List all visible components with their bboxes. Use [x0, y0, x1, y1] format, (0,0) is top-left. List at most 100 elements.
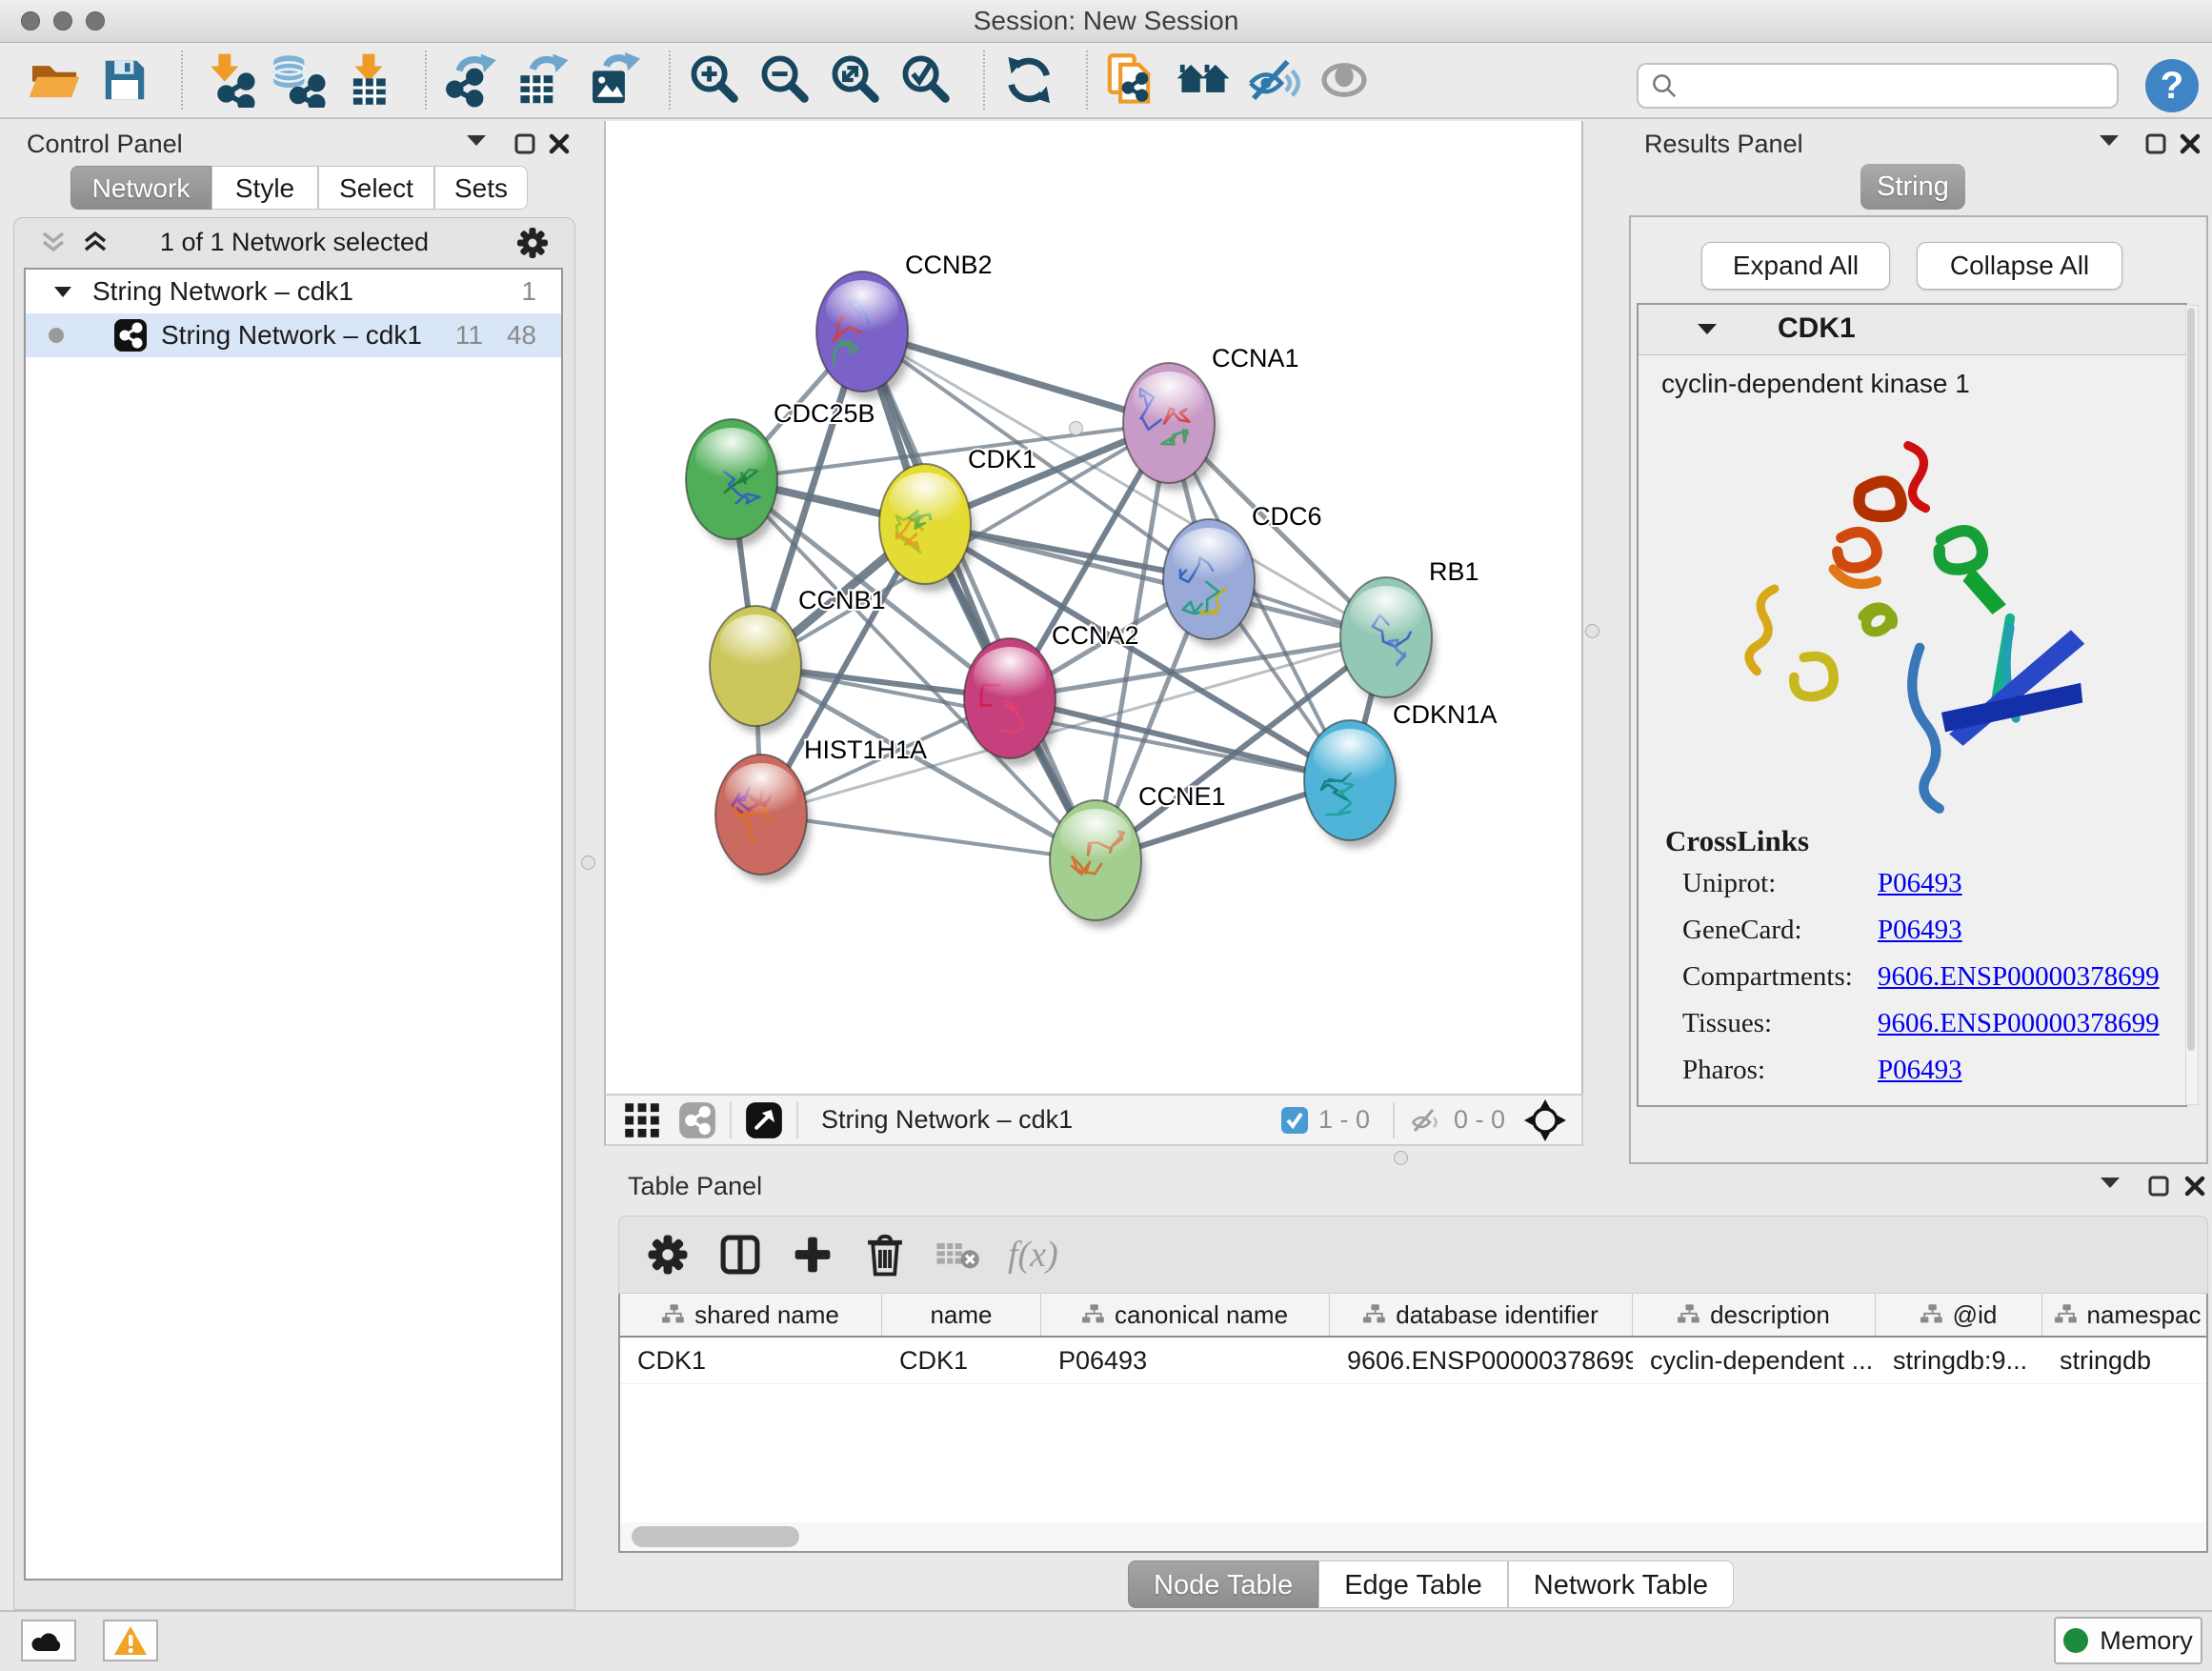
network-graph[interactable]: CCNB2CCNA1CDC25BCDK1CDC6RB1CCNB1CCNA2CDK…: [606, 121, 1581, 1090]
minimize-window-icon[interactable]: [53, 11, 72, 30]
table-scrollbar-thumb[interactable]: [632, 1526, 799, 1547]
network-node-CDK1[interactable]: [879, 464, 975, 592]
maximize-window-icon[interactable]: [86, 11, 105, 30]
grid-view-icon[interactable]: [623, 1101, 661, 1139]
network-node-HIST1H1A[interactable]: [715, 755, 811, 882]
column-header--id[interactable]: @id: [1876, 1294, 2042, 1336]
table-horizontal-scrollbar[interactable]: [620, 1522, 2206, 1551]
refresh-view-button[interactable]: [1000, 50, 1059, 111]
column-header-canonical-name[interactable]: canonical name: [1041, 1294, 1330, 1336]
help-button[interactable]: ?: [2145, 59, 2199, 112]
selected-checkbox-icon[interactable]: [1280, 1106, 1309, 1135]
delete-table-button[interactable]: [930, 1226, 985, 1283]
network-view-mode-icon[interactable]: [678, 1101, 716, 1139]
open-session-button[interactable]: [25, 50, 84, 111]
network-node-CCNB2[interactable]: [816, 272, 912, 399]
expand-all-button[interactable]: Expand All: [1701, 242, 1890, 290]
table-cell[interactable]: 9606.ENSP00000378699: [1330, 1338, 1633, 1383]
delete-column-button[interactable]: [857, 1226, 913, 1283]
network-node-CCNE1[interactable]: [1050, 800, 1145, 928]
network-node-RB1[interactable]: [1340, 577, 1436, 705]
tab-select[interactable]: Select: [318, 166, 434, 210]
table-settings-button[interactable]: [640, 1226, 695, 1283]
left-splitter-grip[interactable]: [581, 856, 595, 870]
network-edge[interactable]: [761, 815, 1096, 860]
export-table-button[interactable]: [513, 50, 572, 111]
birds-eye-view-icon[interactable]: [745, 1101, 783, 1139]
crosslink-link[interactable]: 9606.ENSP00000378699: [1878, 1008, 2160, 1039]
results-scrollbar[interactable]: [2185, 305, 2199, 1105]
panel-menu-icon[interactable]: [2100, 133, 2119, 147]
collection-expand-icon[interactable]: [54, 286, 71, 298]
network-row[interactable]: String Network – cdk1 11 48: [26, 313, 561, 357]
crosslink-link[interactable]: P06493: [1878, 868, 1962, 899]
tab-network[interactable]: Network: [70, 166, 211, 210]
import-network-from-database-button[interactable]: [269, 50, 328, 111]
results-splitter-grip[interactable]: [1585, 624, 1599, 638]
zoom-in-button[interactable]: [686, 50, 745, 111]
function-builder-button[interactable]: f(x): [1008, 1234, 1058, 1276]
zoom-out-button[interactable]: [756, 50, 815, 111]
zoom-selected-button[interactable]: [897, 50, 956, 111]
column-header-description[interactable]: description: [1633, 1294, 1876, 1336]
bottom-splitter-grip[interactable]: [1394, 1151, 1408, 1165]
memory-status-button[interactable]: Memory: [2054, 1617, 2202, 1664]
table-cell[interactable]: cyclin-dependent ...: [1633, 1338, 1876, 1383]
show-eye-button[interactable]: [1315, 50, 1374, 111]
tab-edge-table[interactable]: Edge Table: [1318, 1560, 1508, 1608]
panel-menu-icon[interactable]: [467, 133, 486, 147]
collapse-all-button[interactable]: Collapse All: [1917, 242, 2122, 290]
collapse-gene-icon[interactable]: [1698, 322, 1717, 335]
export-image-button[interactable]: [583, 50, 642, 111]
add-column-button[interactable]: [785, 1226, 840, 1283]
save-session-button[interactable]: [95, 50, 154, 111]
string-protein-query-button[interactable]: [1103, 50, 1162, 111]
table-row[interactable]: CDK1CDK1P064939606.ENSP00000378699cyclin…: [620, 1338, 2206, 1384]
table-cell[interactable]: P06493: [1041, 1338, 1330, 1383]
float-panel-icon[interactable]: [2145, 133, 2166, 154]
crosslink-link[interactable]: 9606.ENSP00000378699: [1878, 961, 2160, 993]
float-panel-icon[interactable]: [514, 133, 535, 154]
crosslink-link[interactable]: P06493: [1878, 915, 1962, 946]
network-options-gear-icon[interactable]: [515, 226, 550, 260]
network-node-CCNB1[interactable]: [710, 606, 805, 734]
network-node-CDKN1A[interactable]: [1304, 720, 1399, 848]
results-scrollbar-thumb[interactable]: [2187, 308, 2195, 1051]
cloud-status-button[interactable]: [21, 1620, 76, 1661]
zoom-fit-content-button[interactable]: [827, 50, 886, 111]
close-panel-icon[interactable]: [549, 133, 570, 154]
tab-string-results[interactable]: String: [1860, 164, 1965, 210]
table-cell[interactable]: stringdb:9...: [1876, 1338, 2042, 1383]
tab-network-table[interactable]: Network Table: [1508, 1560, 1734, 1608]
network-node-CCNA2[interactable]: [964, 638, 1059, 766]
hide-unhide-button[interactable]: [1244, 50, 1303, 111]
close-panel-icon[interactable]: [2180, 133, 2201, 154]
home-layout-button[interactable]: [1174, 50, 1233, 111]
close-window-icon[interactable]: [21, 11, 40, 30]
network-edge[interactable]: [862, 332, 1096, 860]
show-columns-button[interactable]: [713, 1226, 768, 1283]
float-panel-icon[interactable]: [2148, 1176, 2169, 1197]
import-table-button[interactable]: [339, 50, 398, 111]
gene-detail-header[interactable]: CDK1: [1639, 305, 2185, 355]
search-input[interactable]: [1637, 63, 2119, 109]
tab-style[interactable]: Style: [211, 166, 318, 210]
tab-node-table[interactable]: Node Table: [1128, 1560, 1318, 1608]
column-header-name[interactable]: name: [882, 1294, 1041, 1336]
network-node-CCNA1[interactable]: [1123, 363, 1218, 491]
close-panel-icon[interactable]: [2184, 1176, 2205, 1197]
column-header-namespac[interactable]: namespac: [2042, 1294, 2208, 1336]
crosslink-link[interactable]: P06493: [1878, 1055, 1962, 1086]
tab-sets[interactable]: Sets: [434, 166, 528, 210]
export-network-button[interactable]: [442, 50, 501, 111]
column-header-shared-name[interactable]: shared name: [620, 1294, 882, 1336]
network-view-canvas[interactable]: CCNB2CCNA1CDC25BCDK1CDC6RB1CCNB1CCNA2CDK…: [604, 121, 1583, 1094]
warnings-button[interactable]: [103, 1620, 158, 1661]
table-cell[interactable]: stringdb: [2042, 1338, 2208, 1383]
table-cell[interactable]: CDK1: [620, 1338, 882, 1383]
column-header-database-identifier[interactable]: database identifier: [1330, 1294, 1633, 1336]
network-node-CDC6[interactable]: [1163, 519, 1258, 647]
fit-selection-crosshair-icon[interactable]: [1524, 1099, 1566, 1141]
network-collection-row[interactable]: String Network – cdk1 1: [26, 270, 561, 313]
right-splitter-grip[interactable]: [1069, 421, 1083, 435]
